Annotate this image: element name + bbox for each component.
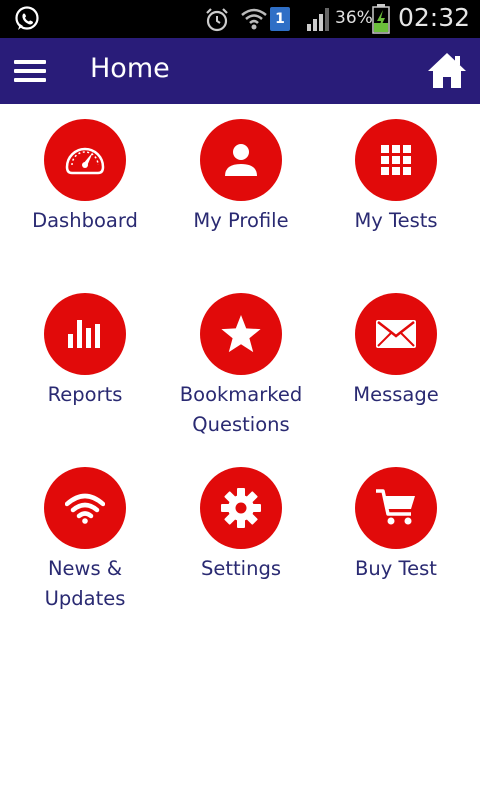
star-icon [221,315,261,353]
tile-circle [200,119,282,201]
tile-my-tests[interactable]: My Tests [316,119,476,236]
tile-label: Buy Test [355,557,437,580]
tile-circle [355,293,437,375]
tile-settings[interactable]: Settings [161,467,321,584]
speedometer-icon [65,147,105,175]
tile-label: Bookmarked Questions [179,383,303,436]
battery-charging-icon [372,4,390,34]
wifi-signal-icon [65,493,105,524]
alarm-icon [206,8,228,32]
app-bar: Home [0,38,480,104]
hamburger-menu-line [14,69,46,73]
tile-circle [355,467,437,549]
tile-label: News & Updates [44,557,126,610]
person-icon [225,144,257,176]
menu-button[interactable] [10,52,52,90]
page-title: Home [90,53,170,84]
tile-circle [44,293,126,375]
home-button[interactable] [426,50,468,92]
hamburger-menu-line [14,78,46,82]
clock-time: 02:32 [398,3,471,32]
envelope-icon [376,320,416,348]
tile-news-updates[interactable]: News & Updates [5,467,165,614]
sim-icon: 1 [270,7,290,31]
tile-label: Message [353,383,439,406]
tile-circle [355,119,437,201]
tile-circle [44,467,126,549]
tile-label: Reports [47,383,123,406]
tile-label: Dashboard [32,209,138,232]
tile-circle [200,467,282,549]
tile-bookmarked-questions[interactable]: Bookmarked Questions [161,293,321,440]
shopping-cart-icon [376,489,415,525]
signal-icon [307,8,329,31]
tile-label: Settings [201,557,281,580]
tile-reports[interactable]: Reports [5,293,165,410]
tile-message[interactable]: Message [316,293,476,410]
home-icon [428,53,466,88]
tile-label: My Tests [354,209,438,232]
battery-percent: 36% [335,8,373,28]
grid-icon [381,145,411,175]
status-bar: 1 36% 02:32 [0,0,480,38]
tile-dashboard[interactable]: Dashboard [5,119,165,236]
tile-circle [44,119,126,201]
bar-chart-icon [68,320,100,348]
wifi-icon [241,8,267,30]
tile-circle [200,293,282,375]
tile-my-profile[interactable]: My Profile [161,119,321,236]
tile-label: My Profile [193,209,289,232]
tile-buy-test[interactable]: Buy Test [316,467,476,584]
hamburger-menu-icon [14,60,46,64]
gear-icon [221,488,261,528]
whatsapp-icon [15,6,39,30]
